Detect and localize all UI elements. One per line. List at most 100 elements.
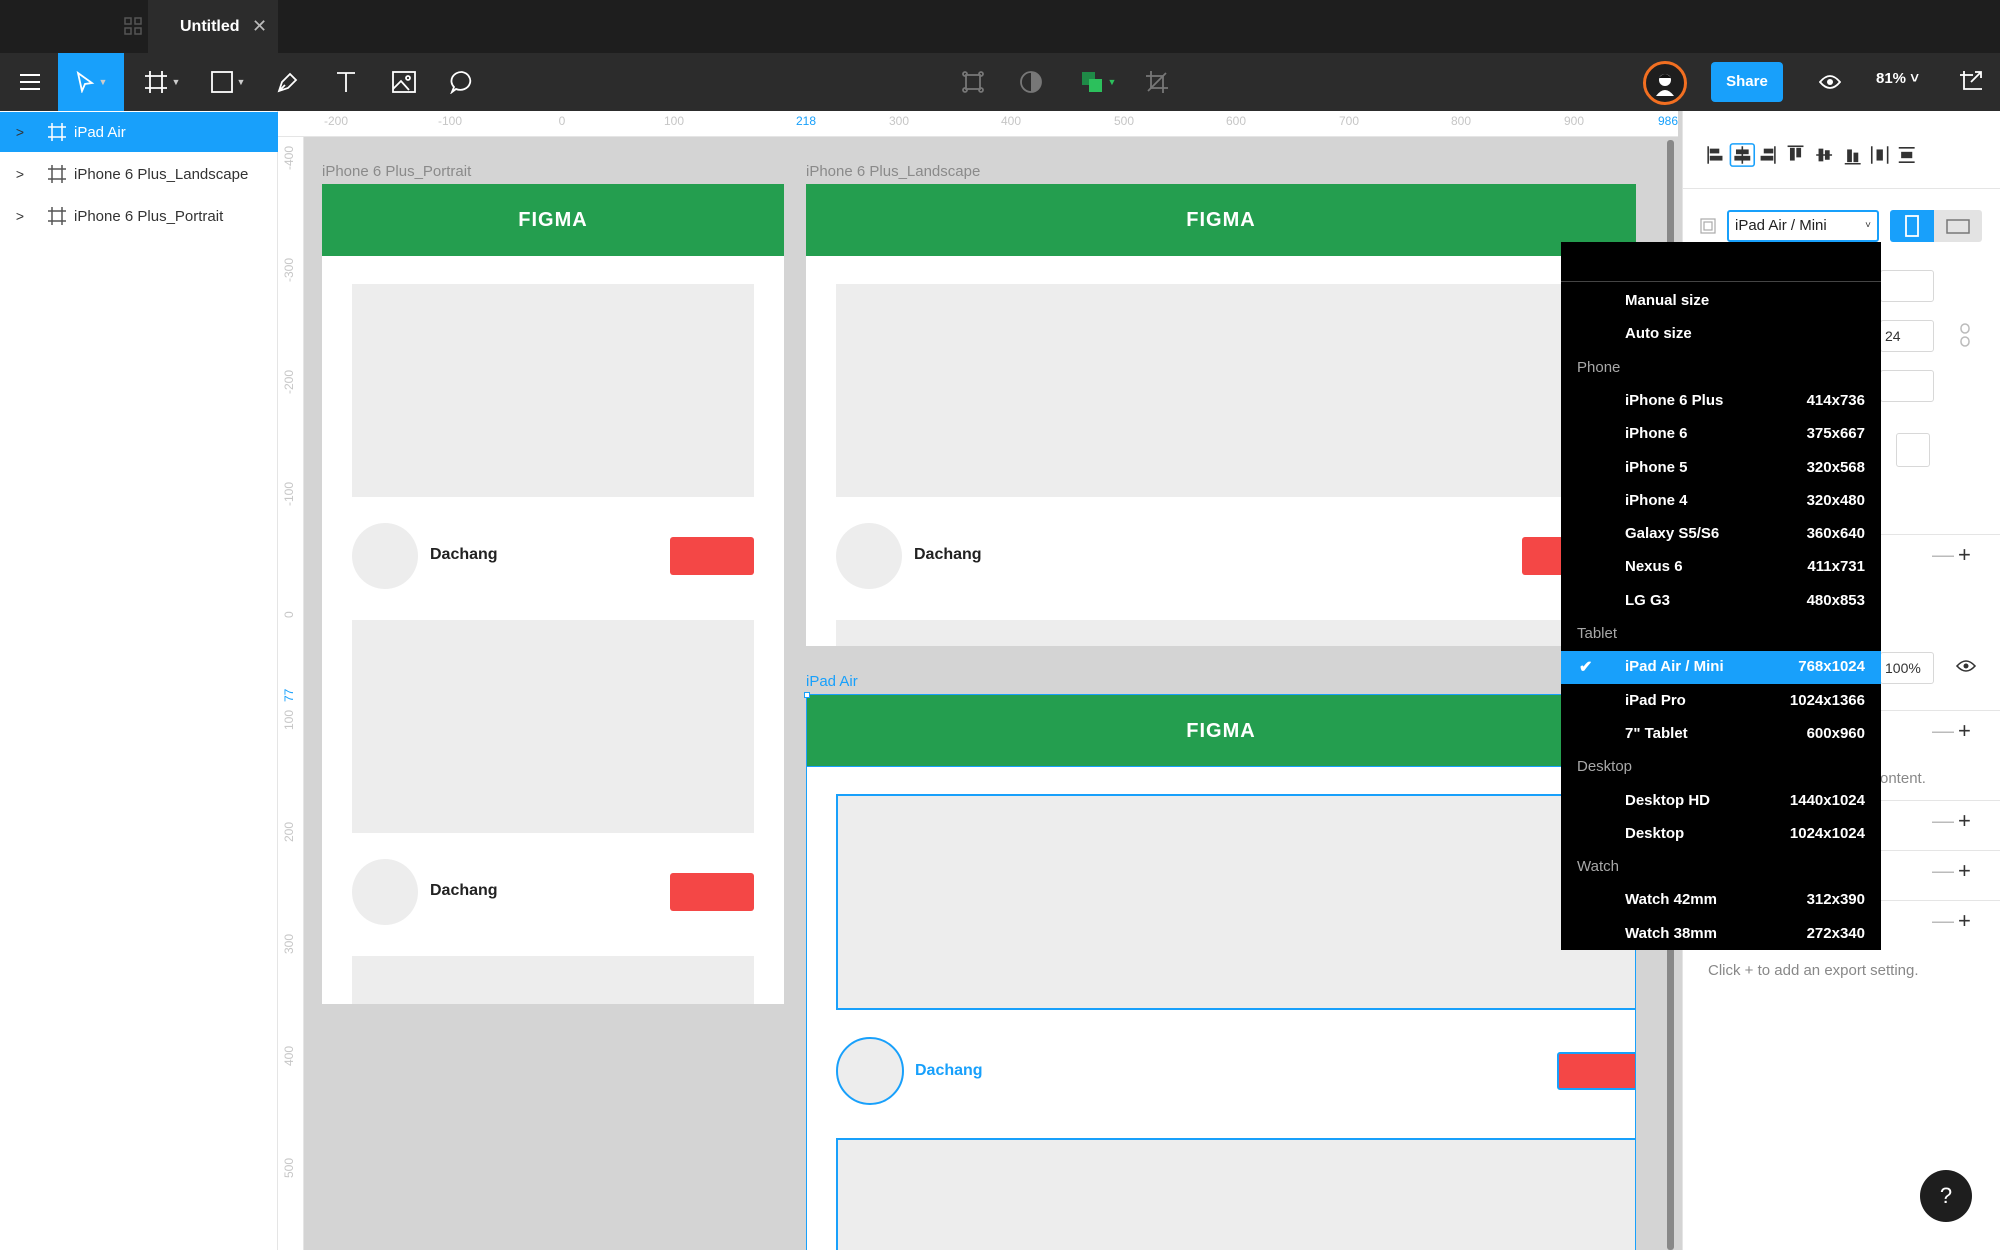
mask-icon[interactable] [1016,53,1046,111]
chevron-right-icon[interactable]: > [0,124,40,140]
menu-item[interactable]: Galaxy S5/S6 360x640 [1561,518,1881,551]
remove-icon[interactable]: — [1932,908,1954,934]
avatar-circle[interactable] [836,523,902,589]
help-button[interactable]: ? [1920,1170,1972,1222]
menu-item-label: Desktop [1625,824,1685,842]
x-position-input[interactable] [1880,270,1934,302]
red-button[interactable] [1557,1052,1635,1090]
tab-close-icon[interactable]: ✕ [252,16,267,37]
image-placeholder[interactable] [352,620,754,833]
device-preset-select[interactable]: iPad Air / Mini ˅ [1727,210,1879,242]
menu-item[interactable]: Desktop HD 1440x1024 [1561,785,1881,818]
remove-icon[interactable]: — [1932,542,1954,568]
layer-iphone-landscape[interactable]: > iPhone 6 Plus_Landscape [0,154,278,194]
chevron-right-icon[interactable]: > [0,166,40,182]
clip-content-checkbox[interactable] [1896,433,1930,467]
frame-label-ipad[interactable]: iPad Air [806,673,858,690]
red-button[interactable] [670,537,754,575]
constrain-proportions-icon[interactable] [1958,323,1972,352]
pen-tool-button[interactable] [270,53,306,111]
align-left-icon[interactable] [1707,146,1723,164]
resize-frame-icon[interactable] [1956,53,1986,111]
menu-item[interactable]: Watch 38mm 272x340 [1561,918,1881,951]
height-value: 24 [1885,328,1901,344]
menu-item[interactable]: 7" Tablet 600x960 [1561,718,1881,751]
visibility-eye-icon[interactable] [1955,659,1977,678]
frame-iphone-landscape[interactable]: FIGMA Dachang [806,184,1636,646]
component-icon[interactable] [958,53,988,111]
menu-item-label: Auto size [1625,325,1692,343]
red-button[interactable] [670,873,754,911]
frame-ipad-air[interactable]: FIGMA Dachang [806,694,1636,1250]
remove-icon[interactable]: — [1932,718,1954,744]
avatar[interactable] [1643,61,1687,105]
menu-search-area[interactable] [1561,242,1881,282]
add-icon[interactable]: + [1958,542,1971,568]
image-placeholder[interactable] [352,956,754,1004]
canvas[interactable]: iPhone 6 Plus_Portrait FIGMA Dachang Dac… [304,137,1678,1250]
avatar-circle[interactable] [836,1037,904,1105]
remove-icon[interactable]: — [1932,808,1954,834]
align-bottom-icon[interactable] [1844,149,1861,165]
menu-item[interactable]: iPhone 4 320x480 [1561,485,1881,518]
image-placeholder[interactable] [836,1138,1635,1250]
align-middle-icon[interactable] [1816,148,1833,162]
portrait-orientation-button[interactable] [1890,210,1934,242]
distribute-horizontal-icon[interactable] [1870,146,1889,164]
image-placeholder[interactable] [836,620,1606,646]
image-placeholder[interactable] [836,794,1635,1010]
menu-item[interactable]: Auto size [1561,318,1881,351]
height-input[interactable]: 24 [1880,320,1934,352]
crop-icon[interactable] [1142,53,1172,111]
menu-item[interactable]: Manual size [1561,285,1881,318]
menu-item[interactable]: ✔ iPad Air / Mini 768x1024 [1561,651,1881,685]
distribute-vertical-icon[interactable] [1898,147,1915,163]
image-placeholder[interactable] [352,284,754,497]
add-icon[interactable]: + [1958,858,1971,884]
opacity-input[interactable]: 100% [1880,652,1934,684]
landscape-orientation-button[interactable] [1934,210,1982,242]
image-placeholder[interactable] [836,284,1606,497]
add-icon[interactable]: + [1958,718,1971,744]
ruler-tick-label: 77 [282,688,296,702]
frame-iphone-portrait[interactable]: FIGMA Dachang Dachang [322,184,784,1004]
chevron-right-icon[interactable]: > [0,208,40,224]
resize-handle[interactable] [804,692,810,698]
zoom-dropdown[interactable]: 81% ˅ [1876,70,1919,87]
share-button[interactable]: Share [1711,62,1783,102]
text-tool-button[interactable] [328,53,364,111]
menu-item[interactable]: LG G3 480x853 [1561,585,1881,618]
add-export-icon[interactable]: + [1958,908,1971,934]
align-center-icon[interactable] [1729,143,1756,167]
radius-input[interactable] [1880,370,1934,402]
align-top-icon[interactable] [1787,145,1804,161]
frame-label-landscape[interactable]: iPhone 6 Plus_Landscape [806,163,980,180]
shape-tool-button[interactable]: ▼ [202,53,254,111]
remove-icon[interactable]: — [1932,858,1954,884]
menu-icon[interactable] [10,53,50,111]
add-icon[interactable]: + [1958,808,1971,834]
menu-item[interactable]: Watch 42mm 312x390 [1561,884,1881,917]
layer-iphone-portrait[interactable]: > iPhone 6 Plus_Portrait [0,196,278,236]
boolean-icon[interactable]: ▼ [1074,53,1122,111]
layer-ipad-air[interactable]: > iPad Air [0,112,278,152]
frame-label-portrait[interactable]: iPhone 6 Plus_Portrait [322,163,471,180]
menu-item[interactable]: iPad Pro 1024x1366 [1561,685,1881,718]
avatar-circle[interactable] [352,859,418,925]
checkmark-icon: ✔ [1579,659,1593,677]
ruler-tick-label: 100 [282,709,296,730]
avatar-circle[interactable] [352,523,418,589]
layer-name: iPhone 6 Plus_Portrait [74,207,224,225]
menu-item[interactable]: Nexus 6 411x731 [1561,551,1881,584]
align-right-icon[interactable] [1760,146,1776,164]
grid-icon[interactable] [124,17,142,35]
menu-item[interactable]: iPhone 6 375x667 [1561,418,1881,451]
menu-item[interactable]: Desktop 1024x1024 [1561,818,1881,851]
frame-tool-button[interactable]: ▼ [136,53,188,111]
move-tool-button[interactable]: ▼ [58,53,124,111]
menu-item[interactable]: iPhone 5 320x568 [1561,452,1881,485]
preview-eye-icon[interactable] [1814,53,1846,111]
image-tool-button[interactable] [386,53,422,111]
comment-tool-button[interactable] [444,53,480,111]
menu-item[interactable]: iPhone 6 Plus 414x736 [1561,385,1881,418]
